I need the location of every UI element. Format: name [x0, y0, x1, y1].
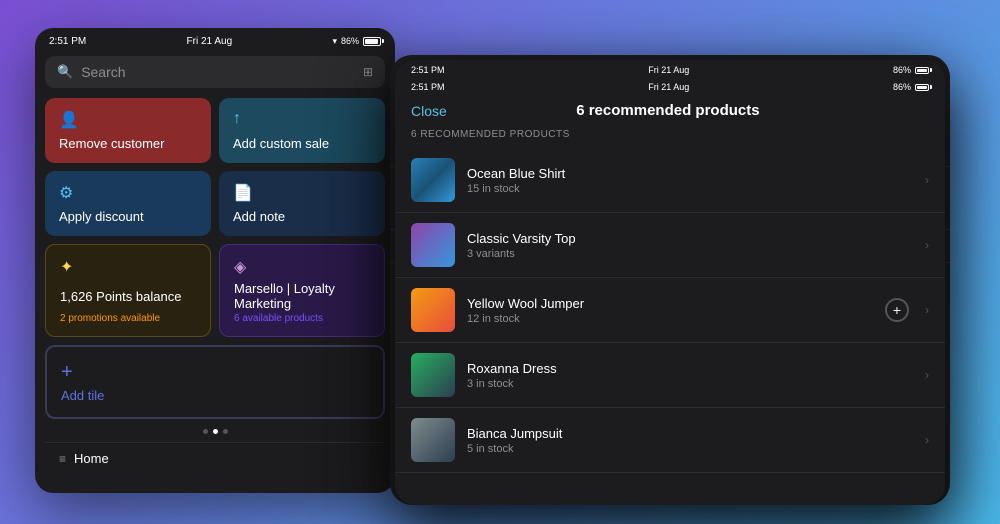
product-img-roxanna [411, 353, 455, 397]
rec-status-right-1: 86% [893, 65, 929, 75]
product-stock: 3 in stock [467, 378, 925, 390]
product-img-blue-shirt [411, 158, 455, 202]
rec-panel-title: 6 recommended products [576, 102, 759, 119]
home-bar[interactable]: ≡ Home [45, 442, 385, 474]
tile-add[interactable]: + Add tile [45, 345, 385, 419]
product-name: Roxanna Dress [467, 361, 925, 376]
product-stock: 3 variants [467, 248, 925, 260]
dot-1 [203, 429, 208, 434]
filter-icon[interactable]: ⊞ [363, 65, 373, 79]
rec-date-2: Fri 21 Aug [648, 82, 689, 92]
rec-battery-icon-1 [915, 67, 929, 74]
note-icon: 📄 [233, 183, 371, 203]
product-item-yellow-wool-jumper[interactable]: Yellow Wool Jumper 12 in stock + › [395, 278, 945, 343]
person-minus-icon: 👤 [59, 110, 197, 130]
tile-label-points: 1,626 Points balance [60, 289, 196, 304]
chevron-right-icon: › [925, 368, 929, 382]
product-info: Classic Varsity Top 3 variants [467, 231, 925, 260]
battery-percent: 86% [341, 36, 359, 46]
product-img-wool [411, 288, 455, 332]
wifi-icon: ▾ [332, 36, 337, 47]
tablet-back: 2:51 PM Fri 21 Aug ▾ 86% 🔍 Search ⊞ 👤 Re… [35, 28, 395, 493]
search-icon: 🔍 [57, 64, 73, 80]
dot-3 [223, 429, 228, 434]
rec-battery-icon-2 [915, 84, 929, 91]
plus-icon: + [61, 361, 73, 384]
tile-add-custom-sale[interactable]: ↑ Add custom sale [219, 98, 385, 163]
tile-add-label: Add tile [61, 388, 104, 403]
product-item-ocean-blue-shirt[interactable]: Ocean Blue Shirt 15 in stock › [395, 148, 945, 213]
product-name: Ocean Blue Shirt [467, 166, 925, 181]
tiles-grid: 👤 Remove customer ↑ Add custom sale ⚙ Ap… [45, 98, 385, 337]
rec-time-2: 2:51 PM [411, 82, 445, 92]
chevron-right-icon: › [925, 173, 929, 187]
tile-label-custom-sale: Add custom sale [233, 136, 371, 151]
star-icon: ✦ [60, 257, 196, 277]
tile-sublabel-marsello: 6 available products [234, 313, 370, 324]
chevron-right-icon: › [925, 303, 929, 317]
tile-label-marsello: Marsello | Loyalty Marketing [234, 281, 370, 311]
status-right: ▾ 86% [332, 36, 381, 47]
recommended-panel: 2:51 PM Fri 21 Aug 86% 2:51 PM Fri 21 Au… [395, 60, 945, 505]
pagination-dots [45, 429, 385, 434]
dot-2 [213, 429, 218, 434]
battery-icon [363, 37, 381, 46]
search-bar[interactable]: 🔍 Search ⊞ [45, 56, 385, 88]
product-stock: 5 in stock [467, 443, 925, 455]
status-bar-back: 2:51 PM Fri 21 Aug ▾ 86% [35, 28, 395, 50]
tile-add-note[interactable]: 📄 Add note [219, 171, 385, 236]
product-img-bianca [411, 418, 455, 462]
search-input[interactable]: Search [81, 64, 355, 80]
product-item-bianca-jumpsuit[interactable]: Bianca Jumpsuit 5 in stock › [395, 408, 945, 473]
tile-label-note: Add note [233, 209, 371, 224]
product-info: Roxanna Dress 3 in stock [467, 361, 925, 390]
product-name: Bianca Jumpsuit [467, 426, 925, 441]
product-stock: 12 in stock [467, 313, 917, 325]
status-date: Fri 21 Aug [187, 36, 233, 47]
tile-label-discount: Apply discount [59, 209, 197, 224]
rec-time-1: 2:51 PM [411, 65, 445, 75]
status-time: 2:51 PM [49, 36, 86, 47]
product-item-classic-varsity-top[interactable]: Classic Varsity Top 3 variants › [395, 213, 945, 278]
tile-points[interactable]: ✦ 1,626 Points balance 2 promotions avai… [45, 244, 211, 337]
rec-status-right-2: 86% [893, 82, 929, 92]
home-label: Home [74, 451, 109, 466]
rec-battery-2: 86% [893, 82, 911, 92]
product-stock: 15 in stock [467, 183, 925, 195]
product-item-roxanna-dress[interactable]: Roxanna Dress 3 in stock › [395, 343, 945, 408]
rec-nav: Close 6 recommended products [395, 96, 945, 129]
tile-sublabel-points: 2 promotions available [60, 313, 196, 324]
rec-date-1: Fri 21 Aug [648, 65, 689, 75]
product-img-varsity [411, 223, 455, 267]
menu-icon: ≡ [59, 452, 66, 466]
rec-status-top2: 2:51 PM Fri 21 Aug 86% [395, 80, 945, 96]
product-info: Ocean Blue Shirt 15 in stock [467, 166, 925, 195]
product-name: Classic Varsity Top [467, 231, 925, 246]
chevron-right-icon: › [925, 238, 929, 252]
tile-remove-customer[interactable]: 👤 Remove customer [45, 98, 211, 163]
rec-section-label: 6 RECOMMENDED PRODUCTS [395, 129, 945, 148]
product-name: Yellow Wool Jumper [467, 296, 917, 311]
add-to-cart-button[interactable]: + [885, 298, 909, 322]
product-info: Bianca Jumpsuit 5 in stock [467, 426, 925, 455]
product-list: Ocean Blue Shirt 15 in stock › Classic V… [395, 148, 945, 473]
loyalty-icon: ◈ [234, 257, 370, 277]
chevron-right-icon: › [925, 433, 929, 447]
close-button[interactable]: Close [411, 103, 447, 119]
rec-status-top: 2:51 PM Fri 21 Aug 86% [395, 60, 945, 80]
rec-battery-1: 86% [893, 65, 911, 75]
tile-marsello[interactable]: ◈ Marsello | Loyalty Marketing 6 availab… [219, 244, 385, 337]
tile-label-remove: Remove customer [59, 136, 197, 151]
discount-icon: ⚙ [59, 183, 197, 203]
tile-apply-discount[interactable]: ⚙ Apply discount [45, 171, 211, 236]
product-info: Yellow Wool Jumper 12 in stock [467, 296, 917, 325]
upload-icon: ↑ [233, 110, 371, 128]
